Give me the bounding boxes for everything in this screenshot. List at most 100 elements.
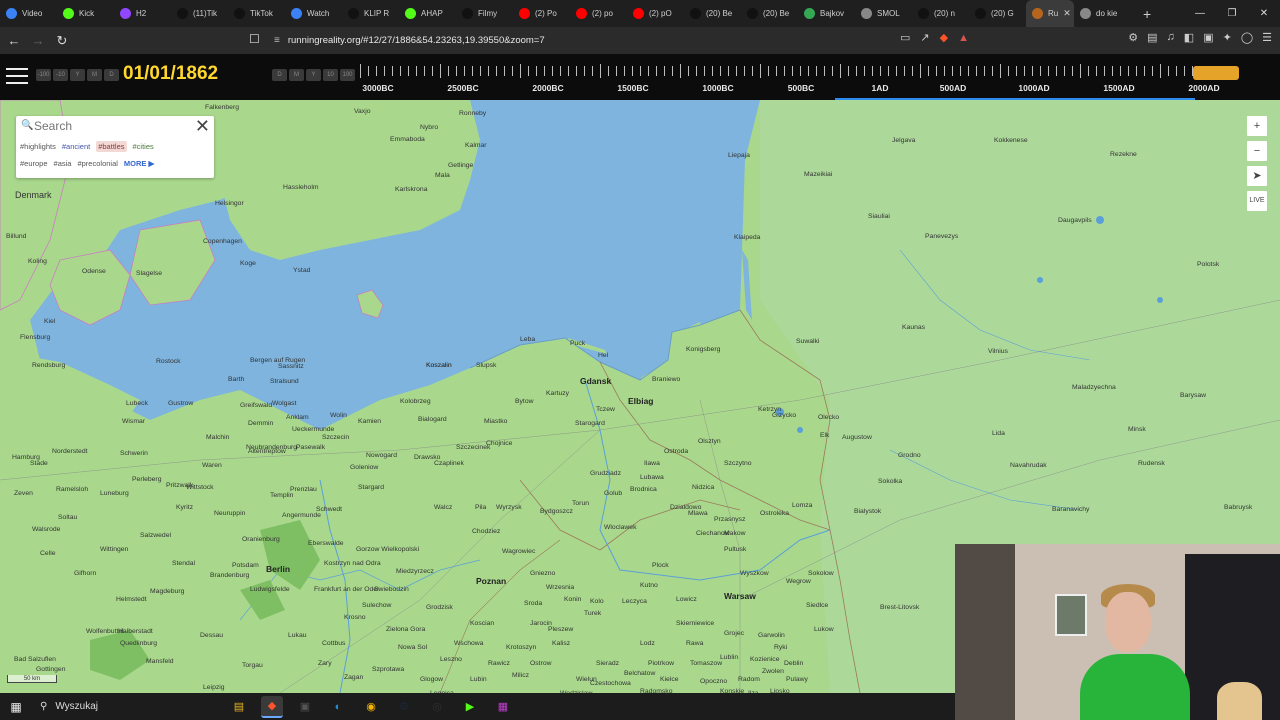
jump-forward-button[interactable]: D — [272, 69, 287, 81]
place-label[interactable]: Barth — [228, 376, 244, 383]
place-label[interactable]: Belchatow — [624, 670, 655, 677]
more-tags-button[interactable]: MORE ▶ — [124, 158, 154, 169]
place-label[interactable]: Kutno — [640, 582, 658, 589]
place-label[interactable]: Kiel — [44, 318, 55, 325]
store-icon[interactable]: ▣ — [294, 696, 316, 718]
place-label[interactable]: Mlawa — [688, 510, 708, 517]
place-label[interactable]: Turek — [584, 610, 601, 617]
place-label[interactable]: Maladzyechna — [1072, 384, 1116, 391]
place-label[interactable]: Zeven — [14, 490, 33, 497]
place-label[interactable]: Minsk — [1128, 426, 1146, 433]
place-label[interactable]: Koling — [28, 258, 47, 265]
place-label[interactable]: Tomaszow — [690, 660, 722, 667]
extensions-icon[interactable]: ⚙ — [1128, 31, 1138, 44]
browser-tab[interactable]: Watch — [285, 0, 342, 27]
place-label[interactable]: Nidzica — [692, 484, 714, 491]
place-label[interactable]: Brest-Litovsk — [880, 604, 919, 611]
place-label[interactable]: Frankfurt an der Oder — [314, 586, 379, 593]
menu-icon[interactable]: ☰ — [1262, 31, 1272, 44]
brave-shield-icon[interactable]: ◆ — [940, 31, 948, 44]
place-label[interactable]: Szprotawa — [372, 666, 404, 673]
place-label[interactable]: Olsztyn — [698, 438, 721, 445]
place-label[interactable]: Copenhagen — [203, 238, 242, 245]
place-label[interactable]: Pila — [475, 504, 486, 511]
place-label[interactable]: Kaunas — [902, 324, 925, 331]
browser-tab[interactable]: (20) Be — [684, 0, 741, 27]
place-label[interactable]: Perleberg — [132, 476, 161, 483]
place-label[interactable]: Luneburg — [100, 490, 129, 497]
place-label[interactable]: Krotoszyn — [506, 644, 536, 651]
place-label[interactable]: Wloclawek — [604, 524, 636, 531]
place-label[interactable]: Sokolka — [878, 478, 902, 485]
place-label[interactable]: Mala — [435, 172, 450, 179]
cast-icon[interactable]: ▭ — [900, 31, 910, 44]
browser-tab[interactable]: (11)Tik — [171, 0, 228, 27]
place-label[interactable]: Golub — [604, 490, 622, 497]
site-info-icon[interactable]: ≡ — [274, 35, 280, 46]
place-label[interactable]: Plock — [652, 562, 669, 569]
place-label[interactable]: Stargard — [358, 484, 384, 491]
place-label[interactable]: Opoczno — [700, 678, 727, 685]
place-label[interactable]: Koszalin — [426, 362, 452, 369]
tag-chip[interactable]: #precolonial — [77, 158, 117, 169]
tag-chip[interactable]: #ancient — [62, 141, 90, 152]
obs-icon[interactable]: ◎ — [426, 696, 448, 718]
browser-tab[interactable]: (2) Po — [513, 0, 570, 27]
media-icon[interactable]: ♫ — [1167, 31, 1175, 44]
place-label[interactable]: Miastko — [484, 418, 507, 425]
place-label[interactable]: Rostock — [156, 358, 181, 365]
place-label[interactable]: Krosno — [344, 614, 366, 621]
place-label[interactable]: Grudziadz — [590, 470, 621, 477]
place-label[interactable]: Sroda — [524, 600, 542, 607]
place-label[interactable]: Karlskrona — [395, 186, 428, 193]
place-label[interactable]: Slupsk — [476, 362, 496, 369]
place-label[interactable]: Sassnitz — [278, 363, 304, 370]
place-label[interactable]: Denmark — [15, 190, 52, 200]
place-label[interactable]: Warsaw — [724, 591, 756, 601]
place-label[interactable]: Koscian — [470, 620, 494, 627]
place-label[interactable]: Konigsberg — [686, 346, 720, 353]
game-icon[interactable]: ▦ — [492, 696, 514, 718]
close-window-icon[interactable]: ✕ — [1248, 8, 1280, 19]
place-label[interactable]: Skierniewice — [676, 620, 714, 627]
place-label[interactable]: Gizycko — [772, 412, 796, 419]
share-icon[interactable]: ↗ — [920, 31, 929, 44]
place-label[interactable]: Augustow — [842, 434, 872, 441]
place-label[interactable]: Neuruppin — [214, 510, 245, 517]
place-label[interactable]: Malchin — [206, 434, 229, 441]
jump-forward-button[interactable]: 100 — [340, 69, 355, 81]
place-label[interactable]: Sokolow — [808, 570, 834, 577]
place-label[interactable]: Koge — [240, 260, 256, 267]
place-label[interactable]: Torun — [572, 500, 589, 507]
place-label[interactable]: Grodzisk — [426, 604, 453, 611]
place-label[interactable]: Zagan — [344, 674, 363, 681]
place-label[interactable]: Berlin — [266, 564, 290, 574]
place-label[interactable]: Odense — [82, 268, 106, 275]
place-label[interactable]: Dessau — [200, 632, 223, 639]
place-label[interactable]: Hassleholm — [283, 184, 319, 191]
place-label[interactable]: Altentreptow — [248, 448, 286, 455]
place-label[interactable]: Lida — [992, 430, 1005, 437]
vpn-icon[interactable]: ◯ — [1241, 31, 1253, 44]
place-label[interactable]: Wolgast — [272, 400, 296, 407]
place-label[interactable]: Elk — [820, 432, 829, 439]
url-field[interactable]: ≡ runningreality.org/#12/27/1886&54.2326… — [268, 31, 988, 50]
place-label[interactable]: Cottbus — [322, 640, 345, 647]
browser-tab[interactable]: do kie — [1074, 0, 1131, 27]
place-label[interactable]: Gdansk — [580, 376, 611, 386]
place-label[interactable]: Jelgava — [892, 137, 915, 144]
place-label[interactable]: Kalisz — [552, 640, 570, 647]
place-label[interactable]: Quedlinburg — [120, 640, 157, 647]
place-label[interactable]: Elbiag — [628, 396, 654, 406]
place-label[interactable]: Wegrow — [786, 578, 811, 585]
place-label[interactable]: Celle — [40, 550, 56, 557]
place-label[interactable]: Czaplinek — [434, 460, 464, 467]
place-label[interactable]: Kalmar — [465, 142, 487, 149]
place-label[interactable]: Lubawa — [640, 474, 664, 481]
place-label[interactable]: Lukau — [288, 632, 307, 639]
place-label[interactable]: Lomza — [792, 502, 812, 509]
place-label[interactable]: Szczecinek — [456, 444, 490, 451]
browser-tab[interactable]: Video — [0, 0, 57, 27]
zoom-out-button[interactable]: − — [1247, 141, 1267, 161]
place-label[interactable]: Kolo — [590, 598, 604, 605]
